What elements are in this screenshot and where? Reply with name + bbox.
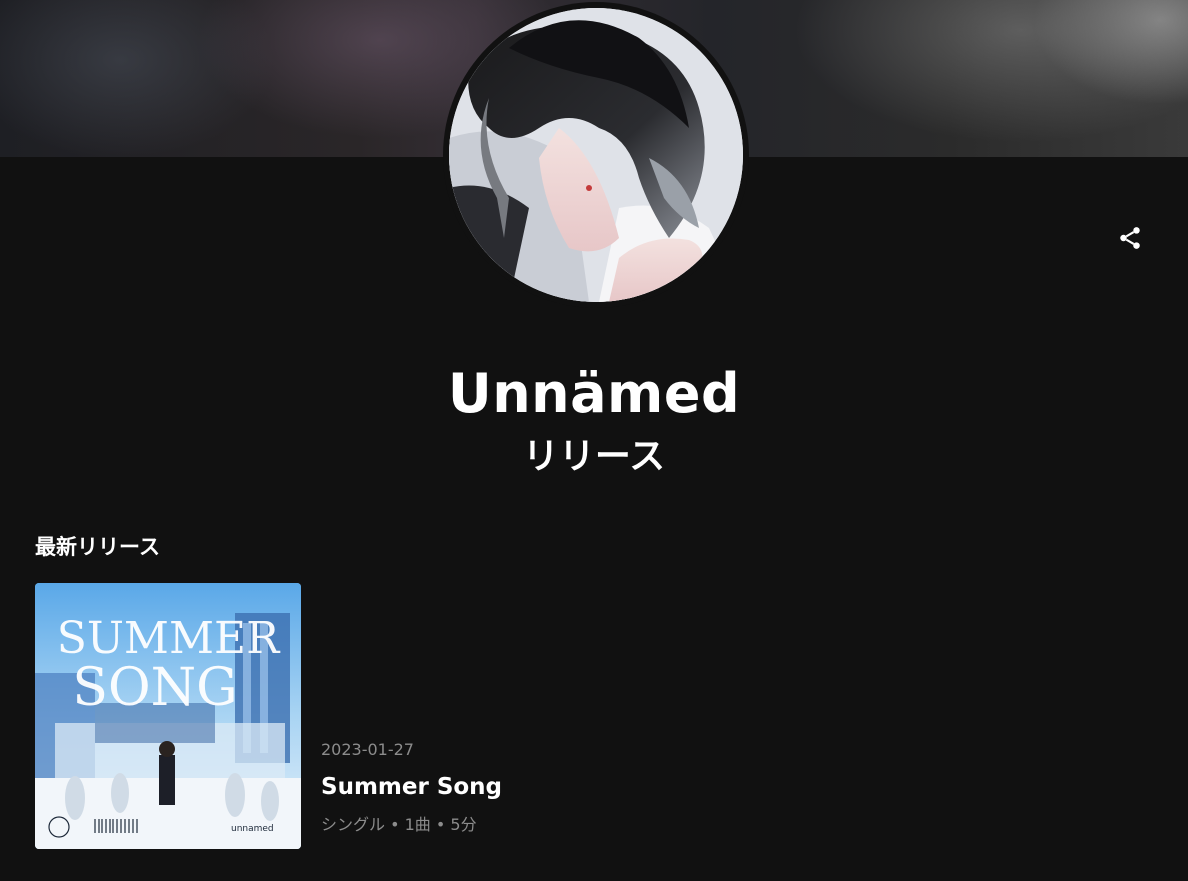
cover-credit: unnamed	[231, 824, 274, 834]
release-date: 2023-01-27	[321, 740, 414, 759]
page-subtitle: リリース	[522, 436, 666, 477]
latest-releases-title: 最新リリース	[35, 535, 160, 559]
release-cover[interactable]: SUMMER SONG unnamed	[35, 583, 301, 849]
avatar-illustration	[449, 8, 743, 302]
share-icon	[1120, 227, 1140, 249]
release-meta: シングル • 1曲 • 5分	[321, 815, 477, 834]
release-card[interactable]: SUMMER SONG unnamed 2023-01-27 Summer So…	[35, 583, 595, 849]
artist-name: Unnämed	[447, 362, 741, 425]
avatar-image	[449, 8, 743, 302]
share-button[interactable]	[1114, 222, 1146, 254]
artist-avatar	[443, 2, 749, 308]
artist-page: Unnämed リリース 最新リリース SUMMER SONG unnamed …	[0, 0, 1188, 881]
cover-title-line1: SUMMER	[57, 613, 281, 664]
release-title[interactable]: Summer Song	[321, 772, 502, 802]
cover-title-line2: SONG	[72, 658, 237, 718]
cover-art: SUMMER SONG unnamed	[35, 583, 301, 849]
